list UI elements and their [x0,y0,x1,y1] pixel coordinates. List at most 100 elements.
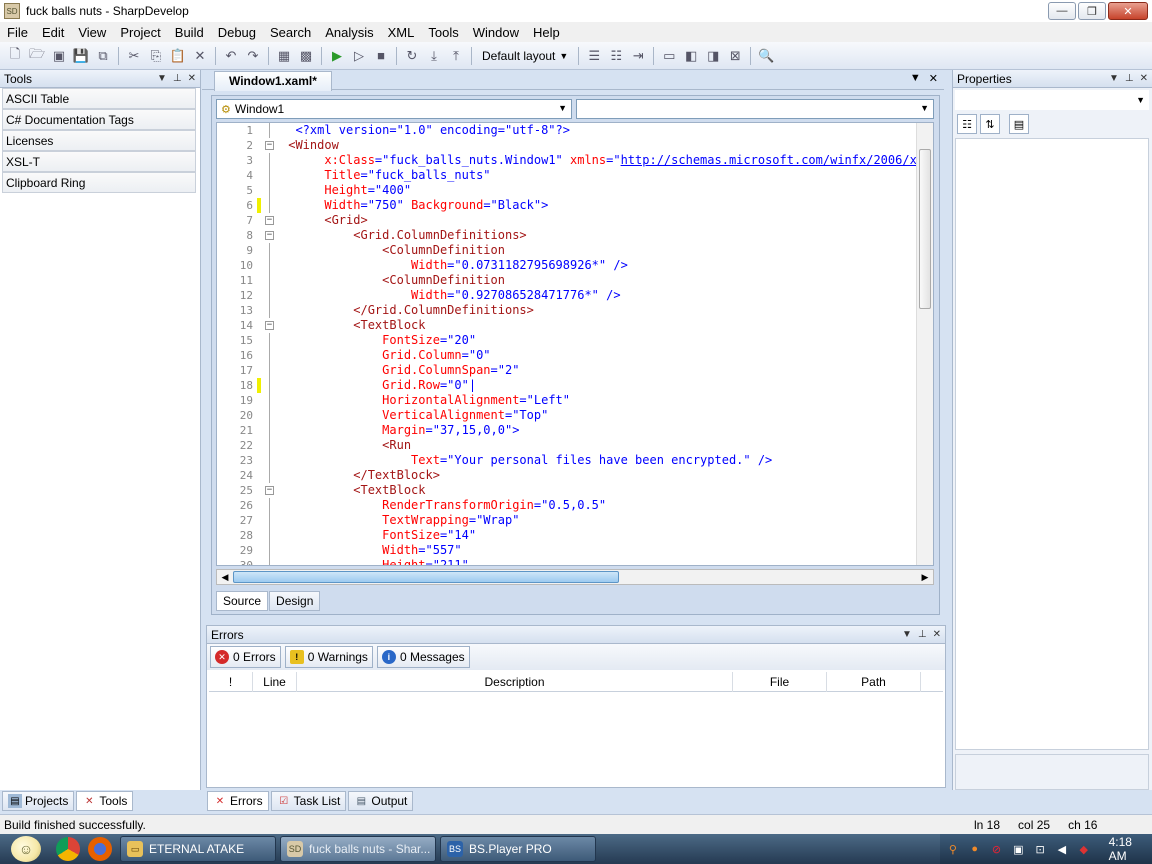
code-line[interactable]: 4 Title="fuck_balls_nuts" [217,168,917,183]
code-line[interactable]: 23 Text="Your personal files have been e… [217,453,917,468]
taskbar-item-bsplayer[interactable]: BS BS.Player PRO [440,836,596,862]
fold-toggle-icon[interactable]: − [265,486,274,495]
code-line[interactable]: 12 Width="0.927086528471776*" /> [217,288,917,303]
taskbar-item-eternal-atake[interactable]: ▭ ETERNAL ATAKE [120,836,276,862]
prev-bookmark-icon[interactable]: ◧ [682,47,700,65]
minimize-button[interactable]: — [1048,2,1076,20]
code-line[interactable]: 29 Width="557" [217,543,917,558]
scroll-right-icon[interactable]: ▶ [917,570,933,584]
fold-toggle-icon[interactable]: − [265,216,274,225]
close-icon[interactable]: ✕ [933,629,941,640]
save-icon[interactable]: 💾 [72,47,90,65]
start-button[interactable]: ☺ [0,834,52,864]
close-icon[interactable]: ✕ [929,72,938,85]
tool-item-csharp-doc-tags[interactable]: C# Documentation Tags [2,109,196,130]
close-icon[interactable]: ✕ [1140,73,1148,84]
firefox-icon[interactable] [88,837,112,861]
code-line[interactable]: 30 Height="211" [217,558,917,565]
indent-icon[interactable]: ⇥ [629,47,647,65]
tab-errors[interactable]: ✕ Errors [207,791,269,811]
clear-bookmarks-icon[interactable]: ⊠ [726,47,744,65]
column-path[interactable]: Path [827,672,921,692]
properties-object-selector[interactable]: ▼ [955,90,1149,110]
categorized-icon[interactable]: ☷ [957,114,977,134]
maximize-button[interactable]: ❐ [1078,2,1106,20]
code-line[interactable]: 27 TextWrapping="Wrap" [217,513,917,528]
save-all-icon[interactable]: ⧉ [94,47,112,65]
copy-icon[interactable]: ⎘ [147,47,165,65]
code-line[interactable]: 21 Margin="37,15,0,0"> [217,423,917,438]
cut-icon[interactable]: ✂ [125,47,143,65]
menu-tools[interactable]: Tools [421,25,465,40]
security-icon[interactable]: ◆ [1077,842,1091,856]
menu-analysis[interactable]: Analysis [318,25,380,40]
menu-help[interactable]: Help [526,25,567,40]
redo-icon[interactable]: ↷ [244,47,262,65]
network-icon[interactable]: ⊡ [1033,842,1047,856]
next-bookmark-icon[interactable]: ◨ [704,47,722,65]
tool-item-xslt[interactable]: XSL-T [2,151,196,172]
uncomment-icon[interactable]: ☷ [607,47,625,65]
pin-icon[interactable]: ⊥ [1125,73,1134,84]
code-line[interactable]: 16 Grid.Column="0" [217,348,917,363]
open-project-icon[interactable]: ▣ [50,47,68,65]
close-icon[interactable]: ✕ [188,73,196,84]
tab-design[interactable]: Design [269,591,321,611]
code-editor[interactable]: 1 <?xml version="1.0" encoding="utf-8"?>… [216,122,934,566]
paste-icon[interactable]: 📋 [169,47,187,65]
code-line[interactable]: 25 − <TextBlock [217,483,917,498]
volume-icon[interactable]: ◀ [1055,842,1069,856]
code-line[interactable]: 18 Grid.Row="0"| [217,378,917,393]
tab-output[interactable]: ▤ Output [348,791,414,811]
fold-toggle-icon[interactable]: − [265,231,274,240]
run-without-debug-icon[interactable]: ▷ [350,47,368,65]
firefox-tray-icon[interactable]: ● [968,842,982,856]
code-line[interactable]: 9 <ColumnDefinition [217,243,917,258]
chrome-icon[interactable] [56,837,80,861]
menu-search[interactable]: Search [263,25,318,40]
code-line[interactable]: 19 HorizontalAlignment="Left" [217,393,917,408]
dropdown-arrow-icon[interactable]: ▼ [902,629,912,640]
menu-view[interactable]: View [71,25,113,40]
dropdown-arrow-icon[interactable]: ▼ [910,72,921,85]
tool-item-ascii-table[interactable]: ASCII Table [2,88,196,109]
menu-window[interactable]: Window [466,25,526,40]
block-icon[interactable]: ⊘ [990,842,1004,856]
display-icon[interactable]: ▣ [1011,842,1025,856]
sort-alphabetical-icon[interactable]: ⇅ [980,114,1000,134]
code-line[interactable]: 13 </Grid.ColumnDefinitions> [217,303,917,318]
step-out-icon[interactable]: ⤒ [447,47,465,65]
code-line[interactable]: 1 <?xml version="1.0" encoding="utf-8"?> [217,123,917,138]
property-pages-icon[interactable]: ▤ [1009,114,1029,134]
sharpdevelop-icon[interactable]: SD [4,3,20,19]
tool-item-clipboard-ring[interactable]: Clipboard Ring [2,172,196,193]
clock[interactable]: 4:18 AM [1109,835,1152,863]
delete-icon[interactable]: ✕ [191,47,209,65]
rebuild-icon[interactable]: ▩ [297,47,315,65]
scrollbar-thumb[interactable] [919,149,931,309]
code-line[interactable]: 3 x:Class="fuck_balls_nuts.Window1" xmln… [217,153,933,168]
horizontal-scrollbar[interactable]: ◀ ▶ [216,569,934,585]
menu-file[interactable]: File [0,25,35,40]
code-line[interactable]: 15 FontSize="20" [217,333,917,348]
pin-icon[interactable]: ⊥ [918,629,927,640]
tab-projects[interactable]: ▤ Projects [2,791,75,811]
class-combobox[interactable]: ⚙ Window1 ▼ [216,99,572,119]
code-line[interactable]: 24 </TextBlock> [217,468,917,483]
code-line[interactable]: 17 Grid.ColumnSpan="2" [217,363,917,378]
dropdown-arrow-icon[interactable]: ▼ [1109,73,1119,84]
menu-edit[interactable]: Edit [35,25,71,40]
code-line[interactable]: 14 − <TextBlock [217,318,917,333]
tab-source[interactable]: Source [216,591,269,611]
warnings-filter-button[interactable]: ! 0 Warnings [284,646,373,668]
close-button[interactable]: ✕ [1108,2,1148,20]
code-line[interactable]: 26 RenderTransformOrigin="0.5,0.5" [217,498,917,513]
pin-icon[interactable]: ⊥ [173,73,182,84]
code-line[interactable]: 8 − <Grid.ColumnDefinitions> [217,228,917,243]
code-line[interactable]: 20 VerticalAlignment="Top" [217,408,917,423]
code-line[interactable]: 2 − <Window [217,138,917,153]
tool-item-licenses[interactable]: Licenses [2,130,196,151]
column-line[interactable]: Line [253,672,297,692]
column-description[interactable]: Description [297,672,733,692]
open-folder-icon[interactable]: 🗁 [28,46,46,65]
